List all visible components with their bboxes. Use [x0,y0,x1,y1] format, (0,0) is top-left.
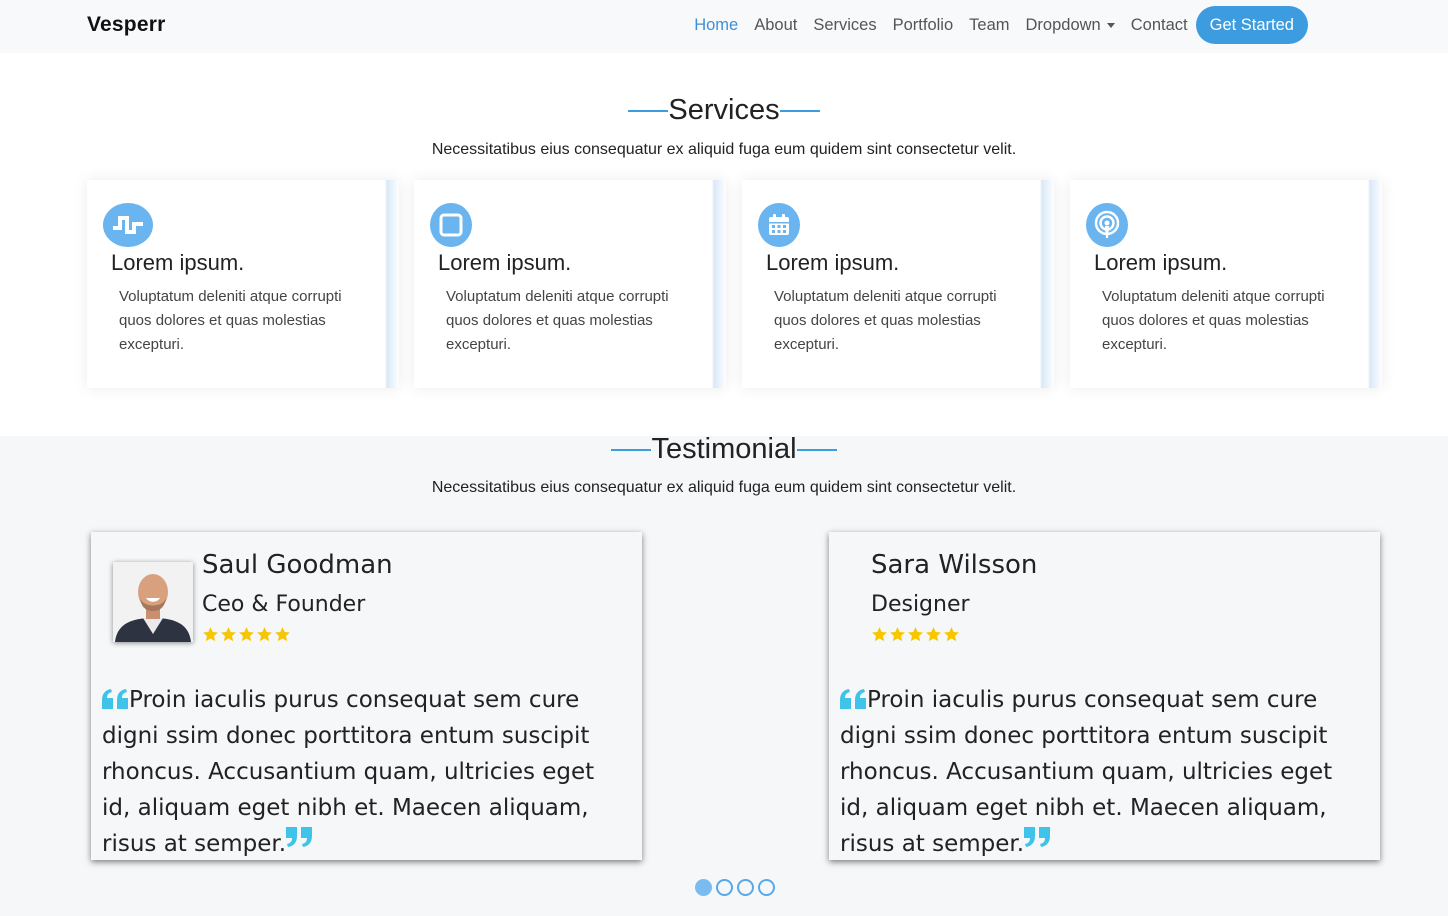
card-edge [1362,180,1382,388]
title-line-left [628,110,669,113]
services-heading: Services [0,94,1448,127]
carousel-dot[interactable] [758,879,775,896]
testimonial-quote: Proin iaculis purus consequat sem cure d… [840,682,1360,862]
service-description: Voluptatum deleniti atque corrupti quos … [1102,288,1325,353]
calendar-icon [758,203,800,247]
testimonial-heading: Testimonial [0,433,1448,466]
service-description: Voluptatum deleniti atque corrupti quos … [119,288,342,353]
nav-team[interactable]: Team [969,16,1009,35]
service-title: Lorem ipsum. [766,250,900,275]
nav-about[interactable]: About [754,16,797,35]
service-description: Voluptatum deleniti atque corrupti quos … [446,288,669,353]
testimonial-role: Designer [871,592,970,617]
testimonial-title: Testimonial [651,433,797,465]
service-description: Voluptatum deleniti atque corrupti quos … [774,288,997,353]
navbar: Vesperr Home About Services Portfolio Te… [0,0,1448,53]
services-subtitle: Necessitatibus eius consequatur ex aliqu… [431,141,1017,158]
chevron-down-icon [1106,22,1115,28]
nav-dropdown[interactable]: Dropdown [1026,16,1115,35]
testimonial-card: Sara Wilsson Designer Proin iaculis puru… [829,532,1380,860]
card-edge [706,180,726,388]
testimonial-name: Saul Goodman [202,550,393,580]
star-icon [908,627,923,642]
quote-text: Proin iaculis purus consequat sem cure d… [840,687,1333,857]
nav-portfolio[interactable]: Portfolio [893,16,954,35]
quote-right-icon [1024,827,1051,847]
carousel-dot[interactable] [737,879,754,896]
star-icon [944,627,959,642]
star-icon [926,627,941,642]
nav-contact[interactable]: Contact [1131,16,1188,35]
nav-services[interactable]: Services [813,16,876,35]
title-line-right [796,449,837,452]
brand-logo[interactable]: Vesperr [87,13,165,37]
testimonial-role: Ceo & Founder [202,592,366,617]
service-card[interactable]: Lorem ipsum. Voluptatum deleniti atque c… [1070,180,1382,388]
title-line-right [779,110,820,113]
activity-icon [103,203,153,247]
card-edge [1034,180,1054,388]
testimonial-quote: Proin iaculis purus consequat sem cure d… [102,682,622,862]
rating-stars [202,626,291,646]
title-line-left [611,449,652,452]
star-icon [872,627,887,642]
rating-stars [871,626,960,646]
services-grid: Lorem ipsum. Voluptatum deleniti atque c… [87,180,1383,388]
testimonial-name: Sara Wilsson [871,550,1038,580]
nav-menu: Home About Services Portfolio Team Dropd… [678,6,1308,44]
broadcast-icon [1086,203,1128,247]
service-title: Lorem ipsum. [111,250,245,275]
quote-right-icon [286,827,313,847]
testimonial-subtitle: Necessitatibus eius consequatur ex aliqu… [431,479,1017,496]
service-card[interactable]: Lorem ipsum. Voluptatum deleniti atque c… [742,180,1054,388]
services-title: Services [668,94,780,126]
card-edge [379,180,399,388]
carousel-dot[interactable] [695,879,712,896]
service-title: Lorem ipsum. [1094,250,1228,275]
get-started-button[interactable]: Get Started [1195,6,1308,44]
testimonial-card: Saul Goodman Ceo & Founder Proin iaculis… [91,532,642,860]
quote-left-icon [840,689,866,709]
nav-dropdown-label: Dropdown [1025,15,1101,34]
star-icon [239,627,254,642]
service-title: Lorem ipsum. [438,250,572,275]
star-icon [257,627,272,642]
carousel-pagination [695,879,775,896]
quote-left-icon [102,689,128,709]
service-card[interactable]: Lorem ipsum. Voluptatum deleniti atque c… [414,180,726,388]
star-icon [221,627,236,642]
avatar [113,562,193,642]
star-icon [203,627,218,642]
service-card[interactable]: Lorem ipsum. Voluptatum deleniti atque c… [87,180,399,388]
quote-text: Proin iaculis purus consequat sem cure d… [102,687,595,857]
carousel-dot[interactable] [716,879,733,896]
star-icon [890,627,905,642]
square-icon [430,203,472,247]
star-icon [275,627,290,642]
nav-home[interactable]: Home [694,16,738,35]
